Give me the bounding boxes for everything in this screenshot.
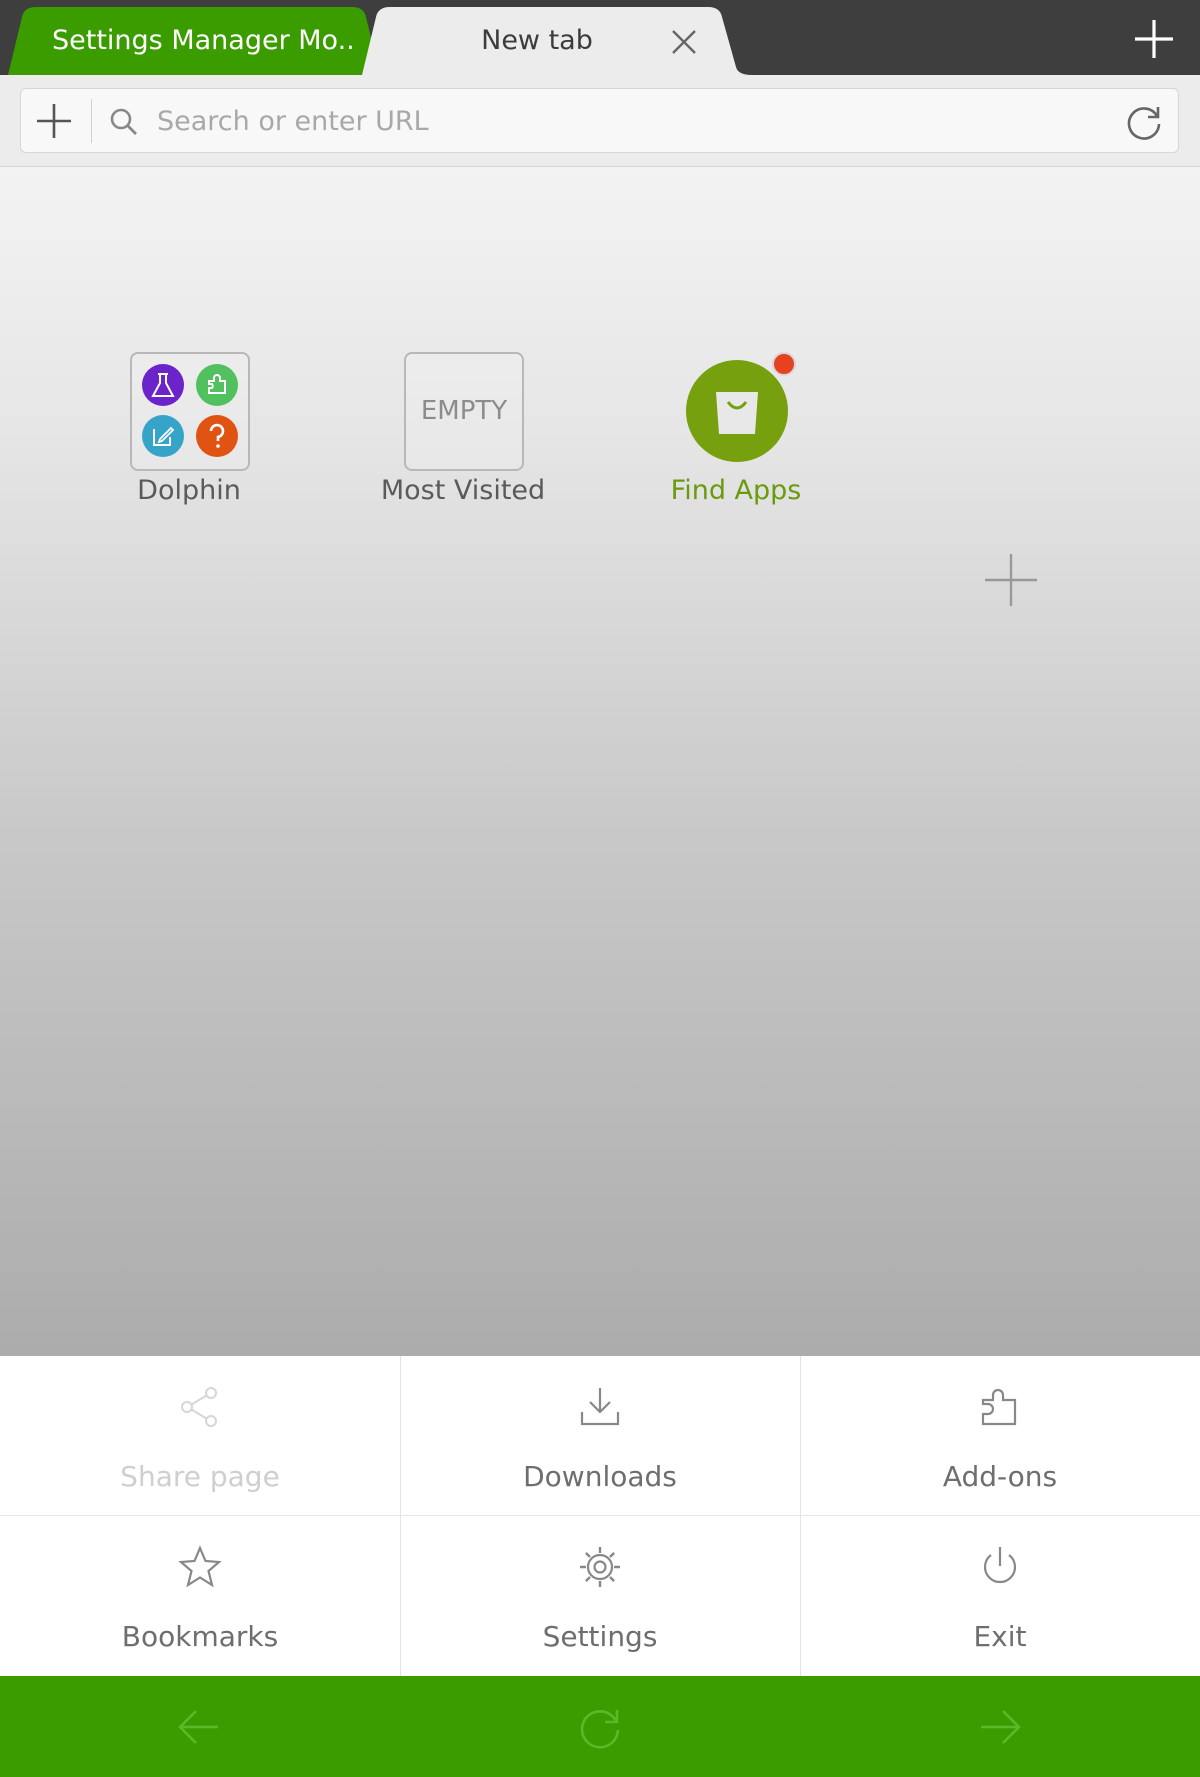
menu-exit[interactable]: Exit xyxy=(800,1516,1200,1675)
refresh-icon[interactable] xyxy=(575,1702,625,1752)
tab-strip: Settings Manager Mo... New tab xyxy=(0,0,1200,75)
new-tab-content: Dolphin EMPTY Most Visited Find Apps xyxy=(0,167,1200,1356)
shopping-bag-icon xyxy=(686,360,788,462)
back-arrow-icon[interactable] xyxy=(174,1702,224,1752)
menu-label: Downloads xyxy=(523,1460,677,1493)
tile-label: Dolphin xyxy=(137,475,241,506)
menu-add-ons[interactable]: Add-ons xyxy=(800,1356,1200,1515)
flask-icon xyxy=(142,364,184,406)
menu-label: Settings xyxy=(542,1620,658,1653)
puzzle-icon xyxy=(981,1388,1017,1426)
menu-label: Share page xyxy=(120,1460,280,1493)
tile-label: Find Apps xyxy=(670,475,802,506)
download-icon xyxy=(580,1388,620,1426)
divider xyxy=(91,99,92,143)
power-icon xyxy=(983,1547,1017,1584)
menu-label: Exit xyxy=(973,1620,1027,1653)
menu-panel: Share page Downloads Add-ons Bookmarks S… xyxy=(0,1356,1200,1676)
menu-bookmarks[interactable]: Bookmarks xyxy=(0,1516,400,1675)
menu-settings[interactable]: Settings xyxy=(400,1516,800,1675)
empty-placeholder: EMPTY xyxy=(420,396,508,426)
toolbar xyxy=(0,75,1200,167)
tile-label: Most Visited xyxy=(380,475,546,506)
forward-arrow-icon[interactable] xyxy=(975,1702,1025,1752)
notification-badge xyxy=(772,352,796,376)
gear-icon xyxy=(580,1547,620,1587)
menu-label: Add-ons xyxy=(942,1460,1058,1493)
address-bar xyxy=(20,88,1179,153)
new-tab-plus-icon[interactable] xyxy=(1133,18,1175,60)
tab-label: New tab xyxy=(481,25,593,56)
most-visited-tile: EMPTY xyxy=(404,352,524,471)
menu-label: Bookmarks xyxy=(121,1620,279,1653)
share-icon xyxy=(181,1387,217,1427)
menu-downloads[interactable]: Downloads xyxy=(400,1356,800,1515)
star-icon xyxy=(178,1545,222,1588)
add-bookmark-plus-icon[interactable] xyxy=(35,102,73,140)
url-input[interactable] xyxy=(157,97,977,145)
add-speed-dial-plus-icon[interactable] xyxy=(981,550,1041,610)
puzzle-icon xyxy=(196,364,238,406)
tab-label: Settings Manager Mo... xyxy=(52,25,352,56)
bottom-nav-bar xyxy=(0,1676,1200,1777)
close-icon[interactable] xyxy=(670,28,698,56)
search-icon xyxy=(110,108,137,135)
menu-share-page[interactable]: Share page xyxy=(0,1356,400,1515)
edit-icon xyxy=(142,415,184,457)
help-icon xyxy=(196,415,238,457)
tab-settings-manager[interactable]: Settings Manager Mo... xyxy=(8,7,380,75)
tab-new-tab[interactable]: New tab xyxy=(362,7,752,75)
dolphin-folder-tile xyxy=(130,352,250,471)
reload-icon[interactable] xyxy=(1123,101,1165,143)
